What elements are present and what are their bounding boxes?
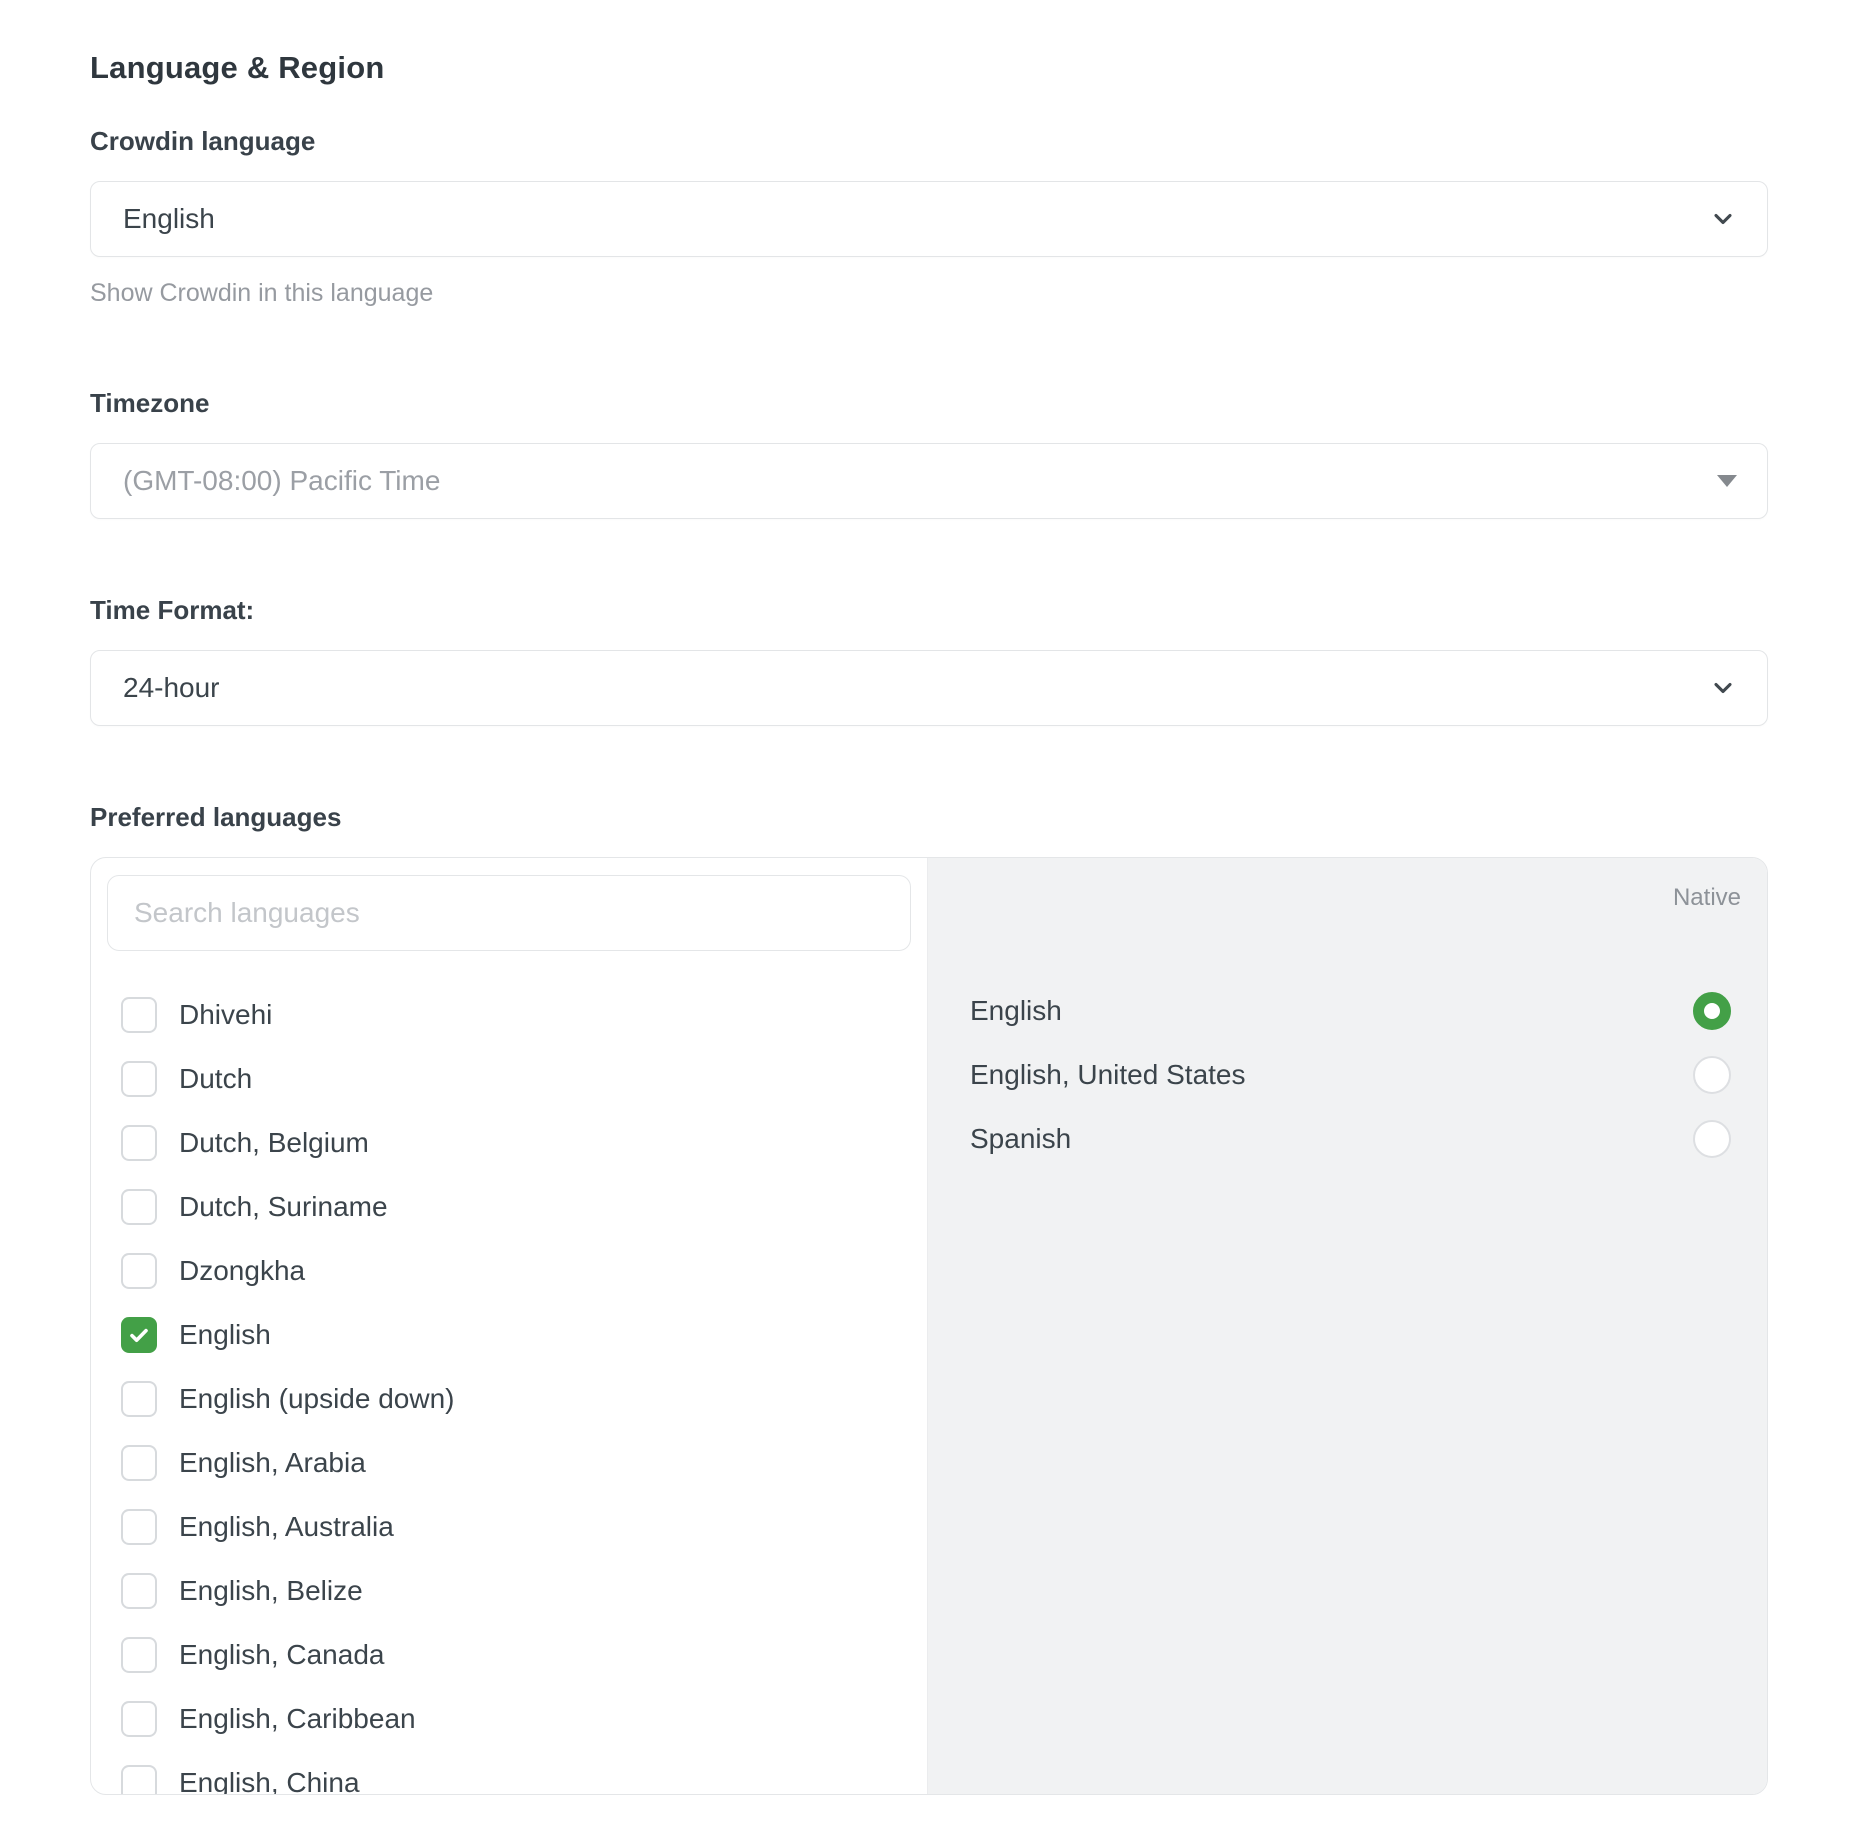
language-checkbox[interactable] bbox=[121, 1189, 157, 1225]
native-language-label: English, United States bbox=[970, 1059, 1246, 1091]
language-checkbox-row[interactable]: English, Canada bbox=[91, 1623, 927, 1687]
timezone-label: Timezone bbox=[90, 388, 1768, 419]
language-checkbox[interactable] bbox=[121, 1381, 157, 1417]
time-format-label: Time Format: bbox=[90, 595, 1768, 626]
native-language-label: English bbox=[970, 995, 1062, 1027]
native-language-row[interactable]: English, United States bbox=[928, 1043, 1767, 1107]
language-checkbox-label: English bbox=[179, 1319, 271, 1351]
native-language-row[interactable]: Spanish bbox=[928, 1107, 1767, 1171]
language-checkbox-label: English, Belize bbox=[179, 1575, 363, 1607]
native-language-row[interactable]: English bbox=[928, 979, 1767, 1043]
language-checkbox-label: English, Australia bbox=[179, 1511, 394, 1543]
chevron-down-icon bbox=[1709, 205, 1737, 233]
language-checkbox[interactable] bbox=[121, 1253, 157, 1289]
language-checkbox-label: Dzongkha bbox=[179, 1255, 305, 1287]
language-region-settings: Language & Region Crowdin language Engli… bbox=[0, 0, 1873, 1795]
language-checkbox-label: English, Caribbean bbox=[179, 1703, 416, 1735]
language-checkbox-row[interactable]: Dutch, Suriname bbox=[91, 1175, 927, 1239]
crowdin-language-help: Show Crowdin in this language bbox=[90, 279, 1768, 308]
language-checkbox-label: Dutch, Suriname bbox=[179, 1191, 388, 1223]
language-checkbox[interactable] bbox=[121, 1125, 157, 1161]
timezone-value: (GMT-08:00) Pacific Time bbox=[123, 465, 440, 497]
language-checkbox[interactable] bbox=[121, 1445, 157, 1481]
native-radio-button[interactable] bbox=[1693, 1056, 1731, 1094]
language-checkbox[interactable] bbox=[121, 1765, 157, 1794]
preferred-languages-widget: Dhivehi Dutch Dutch, Belgium Dutch, Suri… bbox=[90, 857, 1768, 1795]
language-checkbox-list[interactable]: Dhivehi Dutch Dutch, Belgium Dutch, Suri… bbox=[91, 983, 927, 1794]
native-language-label: Spanish bbox=[970, 1123, 1071, 1155]
crowdin-language-value: English bbox=[123, 203, 215, 235]
language-checkbox-row[interactable]: Dhivehi bbox=[91, 983, 927, 1047]
native-language-list[interactable]: English English, United States Spanish bbox=[928, 979, 1767, 1171]
language-checkbox-row[interactable]: English, Australia bbox=[91, 1495, 927, 1559]
language-checkbox[interactable] bbox=[121, 1061, 157, 1097]
language-checkbox[interactable] bbox=[121, 1573, 157, 1609]
language-checkbox-row[interactable]: Dzongkha bbox=[91, 1239, 927, 1303]
language-checkbox-panel: Dhivehi Dutch Dutch, Belgium Dutch, Suri… bbox=[91, 858, 927, 1794]
language-checkbox[interactable] bbox=[121, 1701, 157, 1737]
language-checkbox-label: Dutch bbox=[179, 1063, 252, 1095]
native-column-header: Native bbox=[928, 858, 1767, 979]
language-checkbox-label: Dhivehi bbox=[179, 999, 272, 1031]
language-checkbox[interactable] bbox=[121, 1637, 157, 1673]
language-checkbox-label: Dutch, Belgium bbox=[179, 1127, 369, 1159]
timezone-select[interactable]: (GMT-08:00) Pacific Time bbox=[90, 443, 1768, 519]
time-format-value: 24-hour bbox=[123, 672, 220, 704]
crowdin-language-select[interactable]: English bbox=[90, 181, 1768, 257]
chevron-down-icon bbox=[1709, 674, 1737, 702]
language-checkbox-row[interactable]: Dutch bbox=[91, 1047, 927, 1111]
preferred-languages-label: Preferred languages bbox=[90, 802, 1768, 833]
language-checkbox-label: English (upside down) bbox=[179, 1383, 455, 1415]
language-checkbox-row[interactable]: English bbox=[91, 1303, 927, 1367]
crowdin-language-label: Crowdin language bbox=[90, 126, 1768, 157]
check-icon bbox=[127, 1323, 151, 1347]
native-radio-button[interactable] bbox=[1693, 1120, 1731, 1158]
triangle-down-icon bbox=[1717, 475, 1737, 487]
language-checkbox-row[interactable]: English, China bbox=[91, 1751, 927, 1794]
language-checkbox-label: English, Canada bbox=[179, 1639, 384, 1671]
language-checkbox-row[interactable]: English (upside down) bbox=[91, 1367, 927, 1431]
language-checkbox[interactable] bbox=[121, 997, 157, 1033]
language-checkbox[interactable] bbox=[121, 1509, 157, 1545]
language-checkbox-label: English, Arabia bbox=[179, 1447, 366, 1479]
native-language-panel: Native English English, United States Sp… bbox=[927, 858, 1767, 1794]
time-format-select[interactable]: 24-hour bbox=[90, 650, 1768, 726]
language-checkbox-row[interactable]: Dutch, Belgium bbox=[91, 1111, 927, 1175]
search-languages-input[interactable] bbox=[107, 875, 911, 951]
language-checkbox[interactable] bbox=[121, 1317, 157, 1353]
page-title: Language & Region bbox=[90, 50, 1768, 86]
language-checkbox-row[interactable]: English, Caribbean bbox=[91, 1687, 927, 1751]
language-checkbox-label: English, China bbox=[179, 1767, 360, 1794]
language-checkbox-row[interactable]: English, Belize bbox=[91, 1559, 927, 1623]
native-radio-button[interactable] bbox=[1693, 992, 1731, 1030]
language-checkbox-row[interactable]: English, Arabia bbox=[91, 1431, 927, 1495]
